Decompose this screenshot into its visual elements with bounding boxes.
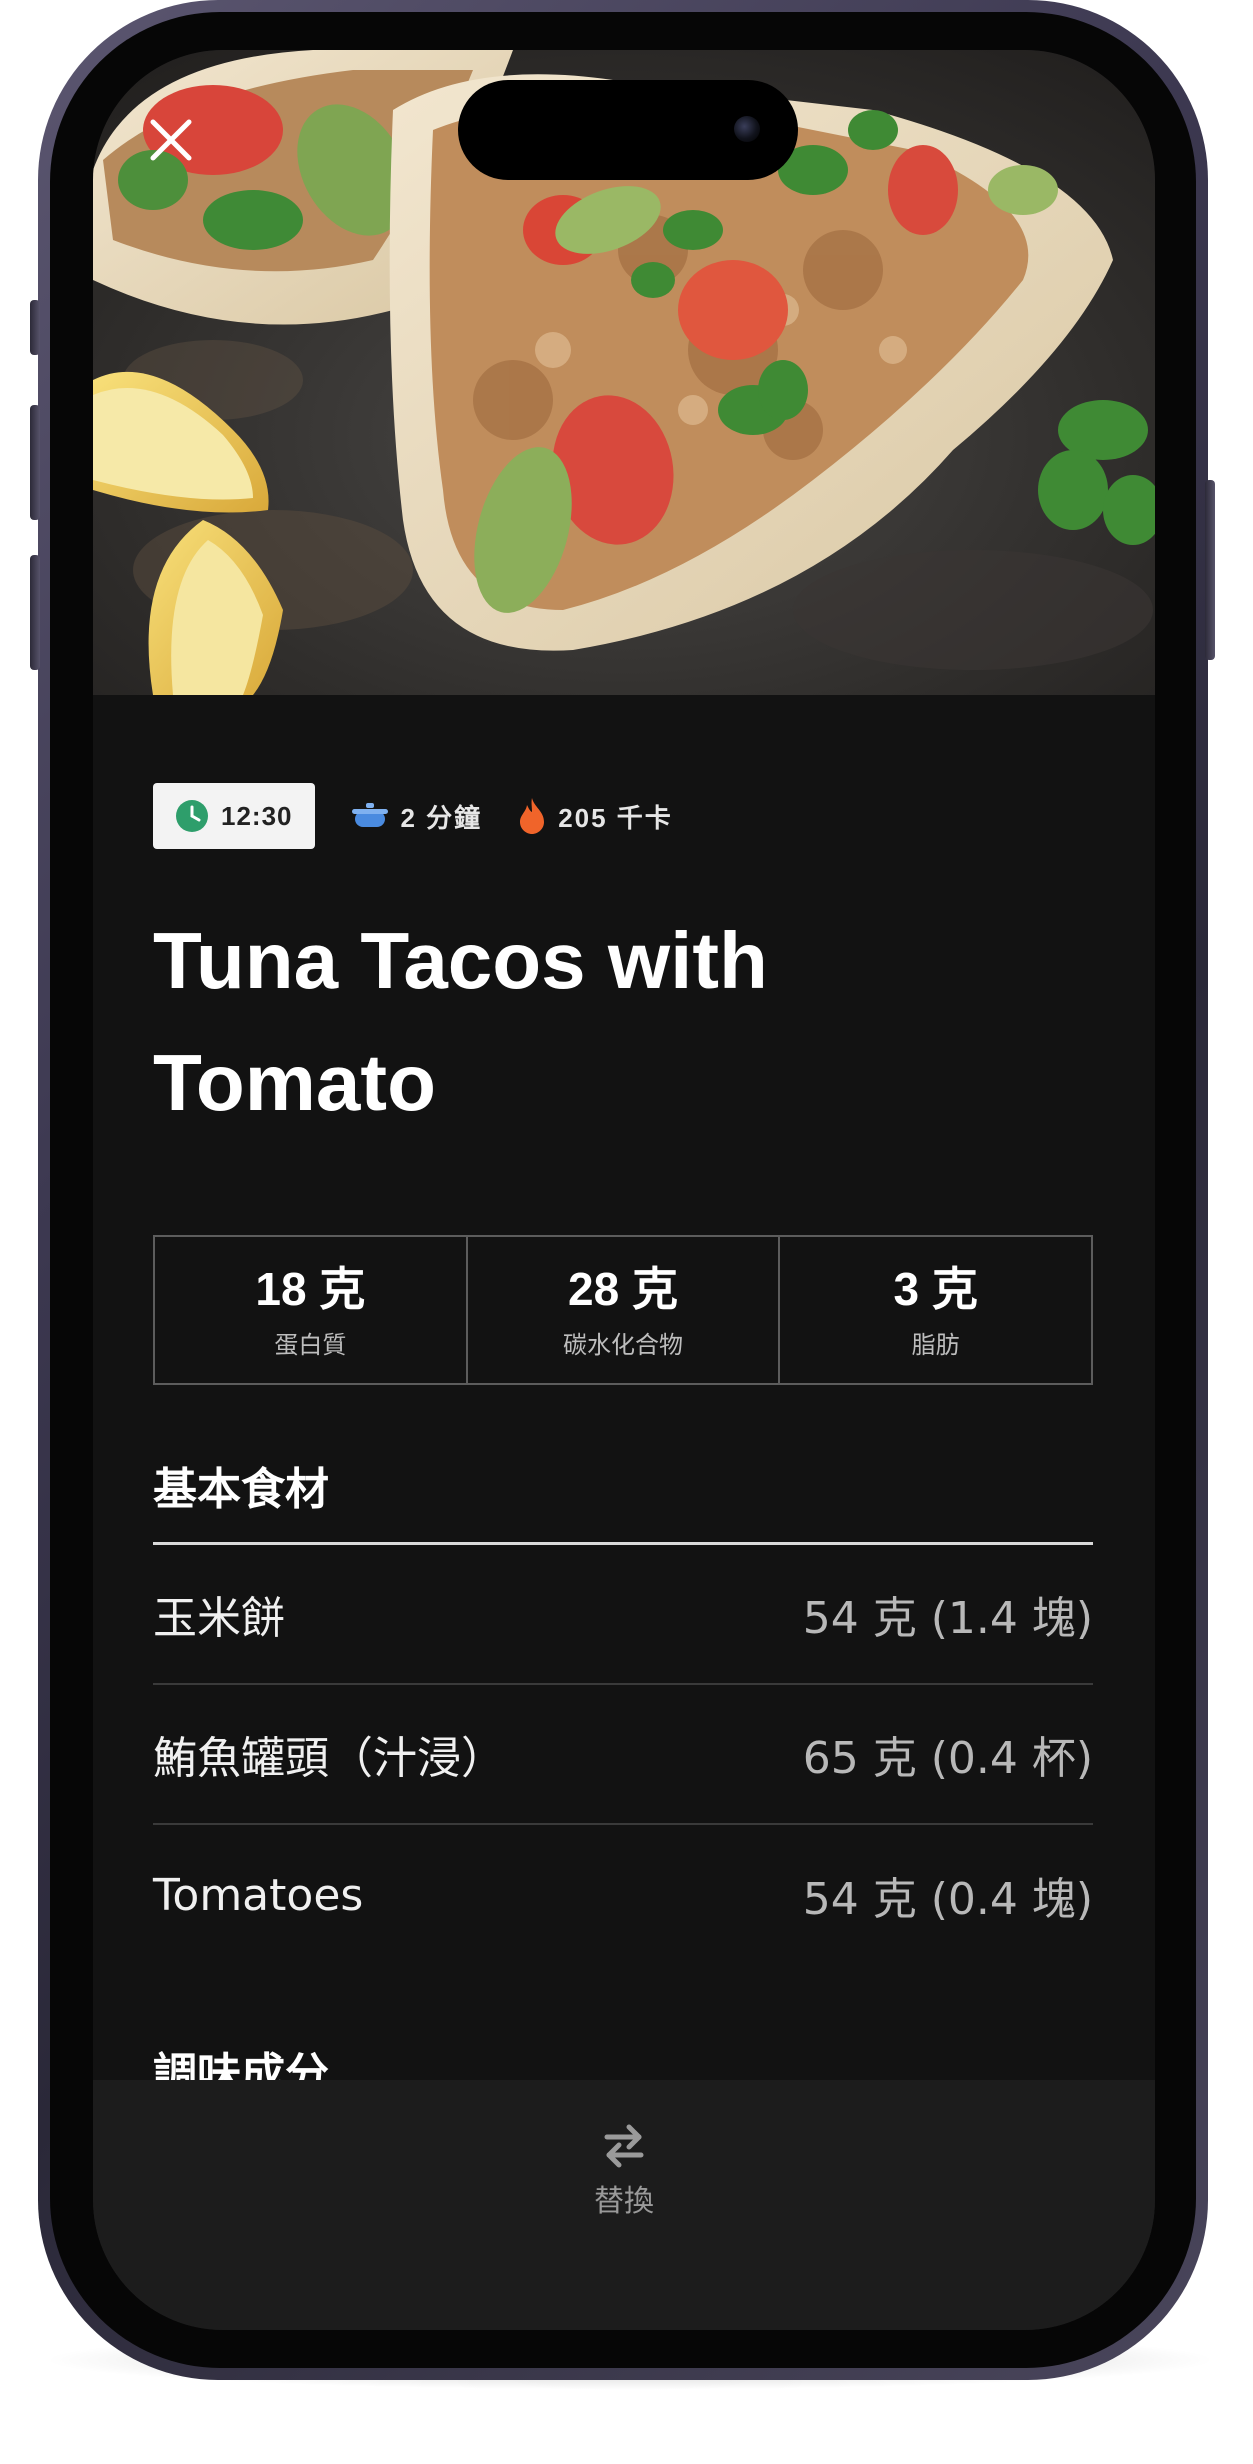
app-screen: 12:30 2 分鐘 205 千卡 Tuna Tacos with Tomato…: [93, 50, 1155, 2330]
ingredient-name: Tomatoes: [153, 1869, 364, 1921]
recipe-title-line1: Tuna Tacos with: [153, 916, 768, 1005]
cook-time-value: 2 分鐘: [400, 802, 483, 833]
swap-button[interactable]: 替換: [594, 2120, 654, 2220]
calories-value: 205 千卡: [558, 802, 673, 833]
dynamic-island: [458, 80, 798, 180]
volume-down-button: [30, 555, 40, 670]
ingredient-amount: 54 克 (1.4 塊): [802, 1593, 1093, 1644]
recipe-details: 12:30 2 分鐘 205 千卡 Tuna Tacos with Tomato…: [93, 695, 1155, 2330]
basic-ingredients-section: 基本食材 玉米餅 54 克 (1.4 塊) 鮪魚罐頭（汁浸） 65 克 (0.4…: [153, 1445, 1093, 1965]
recipe-title: Tuna Tacos with Tomato: [153, 900, 1053, 1144]
cook-time: 2 分鐘: [351, 798, 483, 835]
flame-icon: [520, 798, 545, 834]
ingredient-amount: 54 克 (0.4 塊): [802, 1874, 1093, 1925]
device-mockup: 12:30 2 分鐘 205 千卡 Tuna Tacos with Tomato…: [0, 0, 1253, 2464]
macro-carbs: 28 克 碳水化合物: [468, 1237, 781, 1383]
ingredient-amount: 65 克 (0.4 杯): [802, 1733, 1093, 1784]
swap-icon: [604, 2124, 644, 2168]
recipe-meta: 12:30 2 分鐘 205 千卡: [153, 783, 673, 849]
power-button: [1205, 480, 1215, 660]
macro-value: 3 克: [893, 1262, 978, 1315]
macro-label: 蛋白質: [274, 1330, 347, 1359]
calories: 205 千卡: [518, 797, 673, 835]
front-camera: [734, 116, 760, 142]
section-title: 基本食材: [153, 1445, 1093, 1545]
clock-icon: [176, 800, 208, 832]
ingredient-row[interactable]: 玉米餅 54 克 (1.4 塊): [153, 1545, 1093, 1685]
close-icon: [150, 119, 192, 161]
silent-switch: [30, 300, 40, 355]
pot-icon: [351, 803, 388, 827]
macro-value: 18 克: [255, 1262, 366, 1315]
swap-label: 替換: [594, 2184, 654, 2219]
recipe-title-line2: Tomato: [153, 1038, 436, 1127]
ingredient-row[interactable]: 鮪魚罐頭（汁浸） 65 克 (0.4 杯): [153, 1685, 1093, 1825]
macro-value: 28 克: [568, 1262, 678, 1315]
time-value: 12:30: [221, 800, 293, 831]
bottom-action-bar: 替換: [93, 2080, 1155, 2330]
macro-label: 脂肪: [911, 1330, 960, 1359]
macro-protein: 18 克 蛋白質: [155, 1237, 468, 1383]
close-button[interactable]: [141, 110, 201, 170]
macro-table: 18 克 蛋白質 28 克 碳水化合物 3 克 脂肪: [153, 1235, 1093, 1385]
ingredient-row[interactable]: Tomatoes 54 克 (0.4 塊): [153, 1825, 1093, 1965]
ingredient-name: 鮪魚罐頭（汁浸）: [153, 1733, 505, 1784]
macro-label: 碳水化合物: [563, 1330, 683, 1359]
ingredient-name: 玉米餅: [153, 1593, 285, 1644]
macro-fat: 3 克 脂肪: [780, 1237, 1091, 1383]
volume-up-button: [30, 405, 40, 520]
time-chip[interactable]: 12:30: [153, 783, 315, 849]
